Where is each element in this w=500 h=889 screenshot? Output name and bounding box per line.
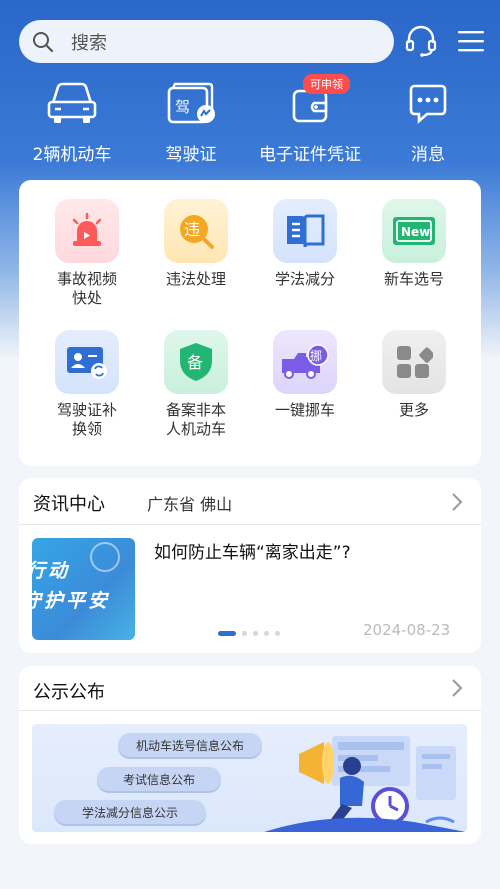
svg-text:New: New <box>401 225 430 239</box>
chevron-right-icon[interactable] <box>450 492 464 512</box>
record-shield-icon: 备 <box>180 343 212 381</box>
quick-vehicles[interactable]: 2辆机动车 <box>22 78 122 165</box>
quick-messages-label: 消息 <box>411 145 445 165</box>
svg-text:违: 违 <box>184 220 200 239</box>
service-violation[interactable]: 违 违法处理 <box>146 199 246 289</box>
notice-item-study-points[interactable]: 学法减分信息公示 <box>54 800 206 824</box>
service-license-replace-label: 驾驶证补换领 <box>56 401 117 438</box>
quick-e-certificate-badge: 可申领 <box>303 74 350 94</box>
headset-icon[interactable] <box>404 24 438 58</box>
quick-e-certificate[interactable]: 可申领 电子证件凭证 <box>255 74 365 165</box>
license-card-icon: 驾 <box>167 82 215 124</box>
news-date: 2024-08-23 <box>363 621 451 639</box>
news-article-title[interactable]: 如何防止车辆“离家出走”? <box>154 538 351 563</box>
notice-item-exam[interactable]: 考试信息公布 <box>97 767 221 791</box>
svg-text:挪: 挪 <box>310 349 322 363</box>
search-icon <box>33 31 54 52</box>
violation-search-icon: 违 <box>180 215 214 249</box>
quick-e-certificate-label: 电子证件凭证 <box>259 145 361 165</box>
grid-more-icon <box>397 346 433 378</box>
thumb-text-2: 守护平安 <box>32 590 111 612</box>
service-accident-video[interactable]: 事故视频快处 <box>37 199 137 308</box>
notice-item-plate-selection[interactable]: 机动车选号信息公布 <box>118 733 262 757</box>
news-thumbnail[interactable]: 行动 守护平安 <box>32 538 135 640</box>
search-placeholder: 搜索 <box>71 32 107 54</box>
notice-divider <box>19 710 481 711</box>
news-divider <box>19 524 481 525</box>
news-title: 资讯中心 <box>33 494 105 515</box>
service-license-replace[interactable]: 驾驶证补换领 <box>37 330 137 439</box>
search-input[interactable]: 搜索 <box>19 20 394 63</box>
svg-text:备: 备 <box>187 353 203 372</box>
quick-actions: 2辆机动车 驾 驾驶证 可申领 电子证件凭证 消息 <box>0 74 500 174</box>
thumb-logo <box>90 542 120 572</box>
service-accident-video-label: 事故视频快处 <box>56 270 117 307</box>
service-record-vehicle[interactable]: 备 备案非本人机动车 <box>146 330 246 439</box>
service-new-plate-label: 新车选号 <box>383 270 444 288</box>
service-study-points[interactable]: 学法减分 <box>255 199 355 289</box>
thumb-text-1: 行动 <box>32 560 71 582</box>
carousel-dot[interactable] <box>218 631 236 636</box>
megaphone-illustration <box>264 736 466 832</box>
notice-title: 公示公布 <box>33 682 105 703</box>
service-record-vehicle-label: 备案非本人机动车 <box>165 401 226 438</box>
siren-icon <box>72 212 102 246</box>
quick-license[interactable]: 驾 驾驶证 <box>141 78 241 165</box>
news-center: 资讯中心 广东省 佛山 行动 守护平安 如何防止车辆“离家出走”? 2024-0… <box>19 478 481 653</box>
service-grid: 事故视频快处 违 违法处理 学法减分 New 新车选号 驾驶证补换领 备 备案非… <box>19 180 481 466</box>
carousel-dots <box>218 631 280 636</box>
chevron-right-icon[interactable] <box>450 678 464 698</box>
service-move-car[interactable]: 挪 一键挪车 <box>255 330 355 420</box>
id-card-swap-icon <box>67 347 107 379</box>
message-icon <box>409 84 447 124</box>
service-violation-label: 违法处理 <box>165 270 226 288</box>
truck-move-icon: 挪 <box>282 344 329 379</box>
service-more[interactable]: 更多 <box>364 330 464 420</box>
quick-license-label: 驾驶证 <box>165 145 217 165</box>
top-bar: 搜索 <box>0 0 500 82</box>
car-icon <box>47 82 97 123</box>
service-study-points-label: 学法减分 <box>274 270 335 288</box>
service-move-car-label: 一键挪车 <box>274 401 335 419</box>
service-more-label: 更多 <box>398 401 429 419</box>
svg-text:驾: 驾 <box>175 98 190 116</box>
notice-section: 公示公布 机动车选号信息公布 考试信息公布 学法减分信息公示 <box>19 666 481 844</box>
book-icon <box>287 214 325 248</box>
notice-banner: 机动车选号信息公布 考试信息公布 学法减分信息公示 <box>32 724 467 832</box>
new-plate-icon: New <box>393 217 435 245</box>
quick-messages[interactable]: 消息 <box>378 78 478 165</box>
news-location[interactable]: 广东省 佛山 <box>147 491 232 515</box>
quick-vehicles-label: 2辆机动车 <box>32 145 112 165</box>
carousel-dot[interactable] <box>264 631 269 636</box>
carousel-dot[interactable] <box>242 631 247 636</box>
service-new-plate[interactable]: New 新车选号 <box>364 199 464 289</box>
carousel-dot[interactable] <box>275 631 280 636</box>
menu-icon[interactable] <box>458 30 484 52</box>
carousel-dot[interactable] <box>253 631 258 636</box>
